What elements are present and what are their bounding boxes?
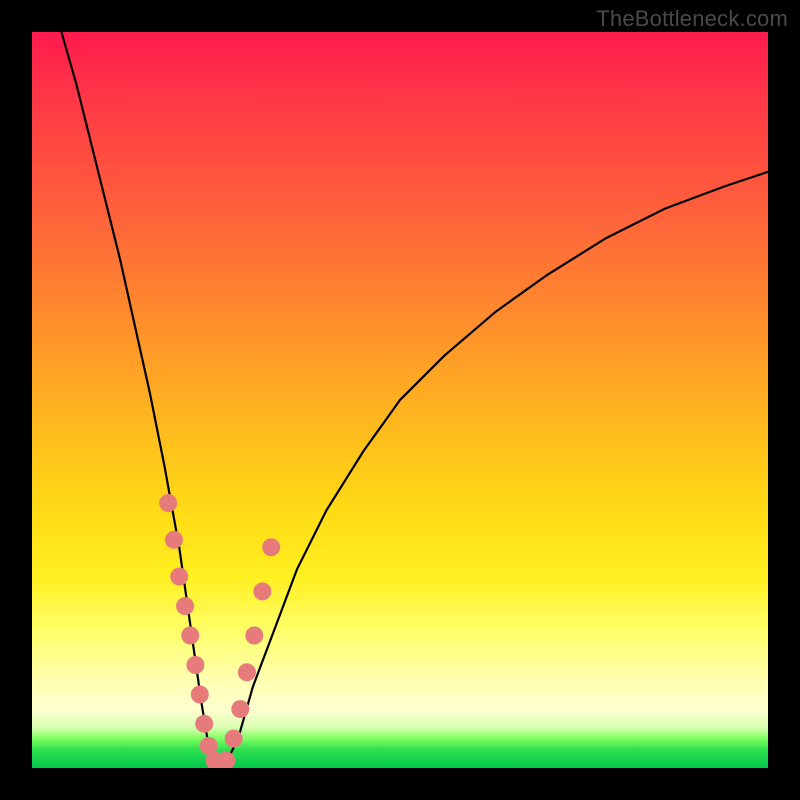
highlight-marker [231, 700, 249, 718]
highlight-marker [238, 663, 256, 681]
chart-frame: TheBottleneck.com [0, 0, 800, 800]
highlight-marker [165, 531, 183, 549]
watermark-text: TheBottleneck.com [596, 6, 788, 32]
highlight-marker [262, 538, 280, 556]
bottleneck-curve [61, 32, 768, 768]
highlight-marker [181, 627, 199, 645]
highlight-marker [245, 627, 263, 645]
highlight-marker [195, 715, 213, 733]
highlight-marker [225, 730, 243, 748]
highlight-marker [186, 656, 204, 674]
highlight-marker [191, 685, 209, 703]
highlight-marker [170, 568, 188, 586]
highlight-marker [176, 597, 194, 615]
highlight-markers [159, 494, 280, 768]
curve-layer [32, 32, 768, 768]
highlight-marker [253, 582, 271, 600]
highlight-marker [159, 494, 177, 512]
plot-area [32, 32, 768, 768]
